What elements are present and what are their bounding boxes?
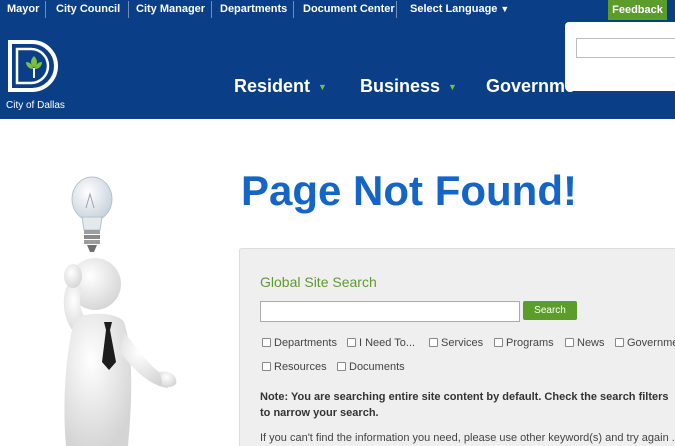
filter-i-need-to[interactable]: I Need To... <box>347 337 415 349</box>
filter-label: Documents <box>349 361 405 373</box>
select-language-label: Select Language <box>410 3 498 15</box>
search-note: Note: You are searching entire site cont… <box>260 391 669 419</box>
top-link-city-council[interactable]: City Council <box>49 0 127 20</box>
top-separator <box>45 1 46 18</box>
top-utility-bar: Mayor City Council City Manager Departme… <box>0 0 675 20</box>
select-language-dropdown[interactable]: Select Language ▼ <box>403 0 516 20</box>
checkbox-icon <box>565 338 574 347</box>
page-title: Page Not Found! <box>241 167 577 214</box>
filter-documents[interactable]: Documents <box>337 361 405 373</box>
header-search-popup <box>565 22 675 91</box>
filter-resources[interactable]: Resources <box>262 361 327 373</box>
filter-services[interactable]: Services <box>429 337 483 349</box>
filter-programs[interactable]: Programs <box>494 337 554 349</box>
top-separator <box>293 1 294 18</box>
chevron-down-icon: ▼ <box>318 82 327 93</box>
city-of-dallas-logo-icon[interactable] <box>6 38 66 98</box>
nav-business-label: Business <box>360 76 441 96</box>
filter-label: Departments <box>274 337 337 349</box>
nav-business[interactable]: Business ▼ <box>360 76 457 97</box>
person-with-lightbulb-illustration <box>63 176 177 446</box>
site-header: City of Dallas Resident ▼ Business ▼ Gover… <box>0 20 675 119</box>
checkbox-icon <box>262 338 271 347</box>
filter-government[interactable]: Governme <box>615 337 675 349</box>
filter-label: Services <box>441 337 484 349</box>
chevron-down-icon: ▼ <box>448 82 457 93</box>
top-link-document-center[interactable]: Document Center <box>296 0 402 20</box>
checkbox-icon <box>494 338 503 347</box>
checkbox-icon <box>347 338 356 347</box>
search-input[interactable] <box>260 301 520 322</box>
top-link-city-manager[interactable]: City Manager <box>129 0 212 20</box>
global-search-panel: Global Site Search Search Departments I … <box>239 248 675 446</box>
checkbox-icon <box>337 362 346 371</box>
filter-news[interactable]: News <box>565 337 605 349</box>
checkbox-icon <box>429 338 438 347</box>
search-button[interactable]: Search <box>523 301 577 320</box>
checkbox-icon <box>262 362 271 371</box>
top-link-departments[interactable]: Departments <box>213 0 294 20</box>
logo-text: City of Dallas <box>6 100 65 111</box>
filter-label: Governme <box>627 337 675 349</box>
filter-label: Resources <box>274 361 327 373</box>
nav-resident-label: Resident <box>234 76 311 96</box>
top-link-mayor[interactable]: Mayor <box>0 0 46 20</box>
filter-label: I Need To... <box>359 337 416 349</box>
nav-government[interactable]: Governme <box>486 76 575 97</box>
header-search-input[interactable] <box>576 38 675 58</box>
top-separator <box>396 1 397 18</box>
filter-label: Programs <box>506 337 554 349</box>
checkbox-icon <box>615 338 624 347</box>
feedback-button[interactable]: Feedback <box>608 0 667 20</box>
top-separator <box>211 1 212 18</box>
page: Mayor City Council City Manager Departme… <box>0 0 675 446</box>
filter-label: News <box>577 337 605 349</box>
nav-resident[interactable]: Resident ▼ <box>234 76 327 97</box>
chevron-down-icon: ▼ <box>500 4 510 14</box>
filter-departments[interactable]: Departments <box>262 337 337 349</box>
help-text: If you can't find the information you ne… <box>260 432 675 444</box>
nav-government-label: Governme <box>486 76 576 96</box>
search-heading: Global Site Search <box>260 274 377 290</box>
